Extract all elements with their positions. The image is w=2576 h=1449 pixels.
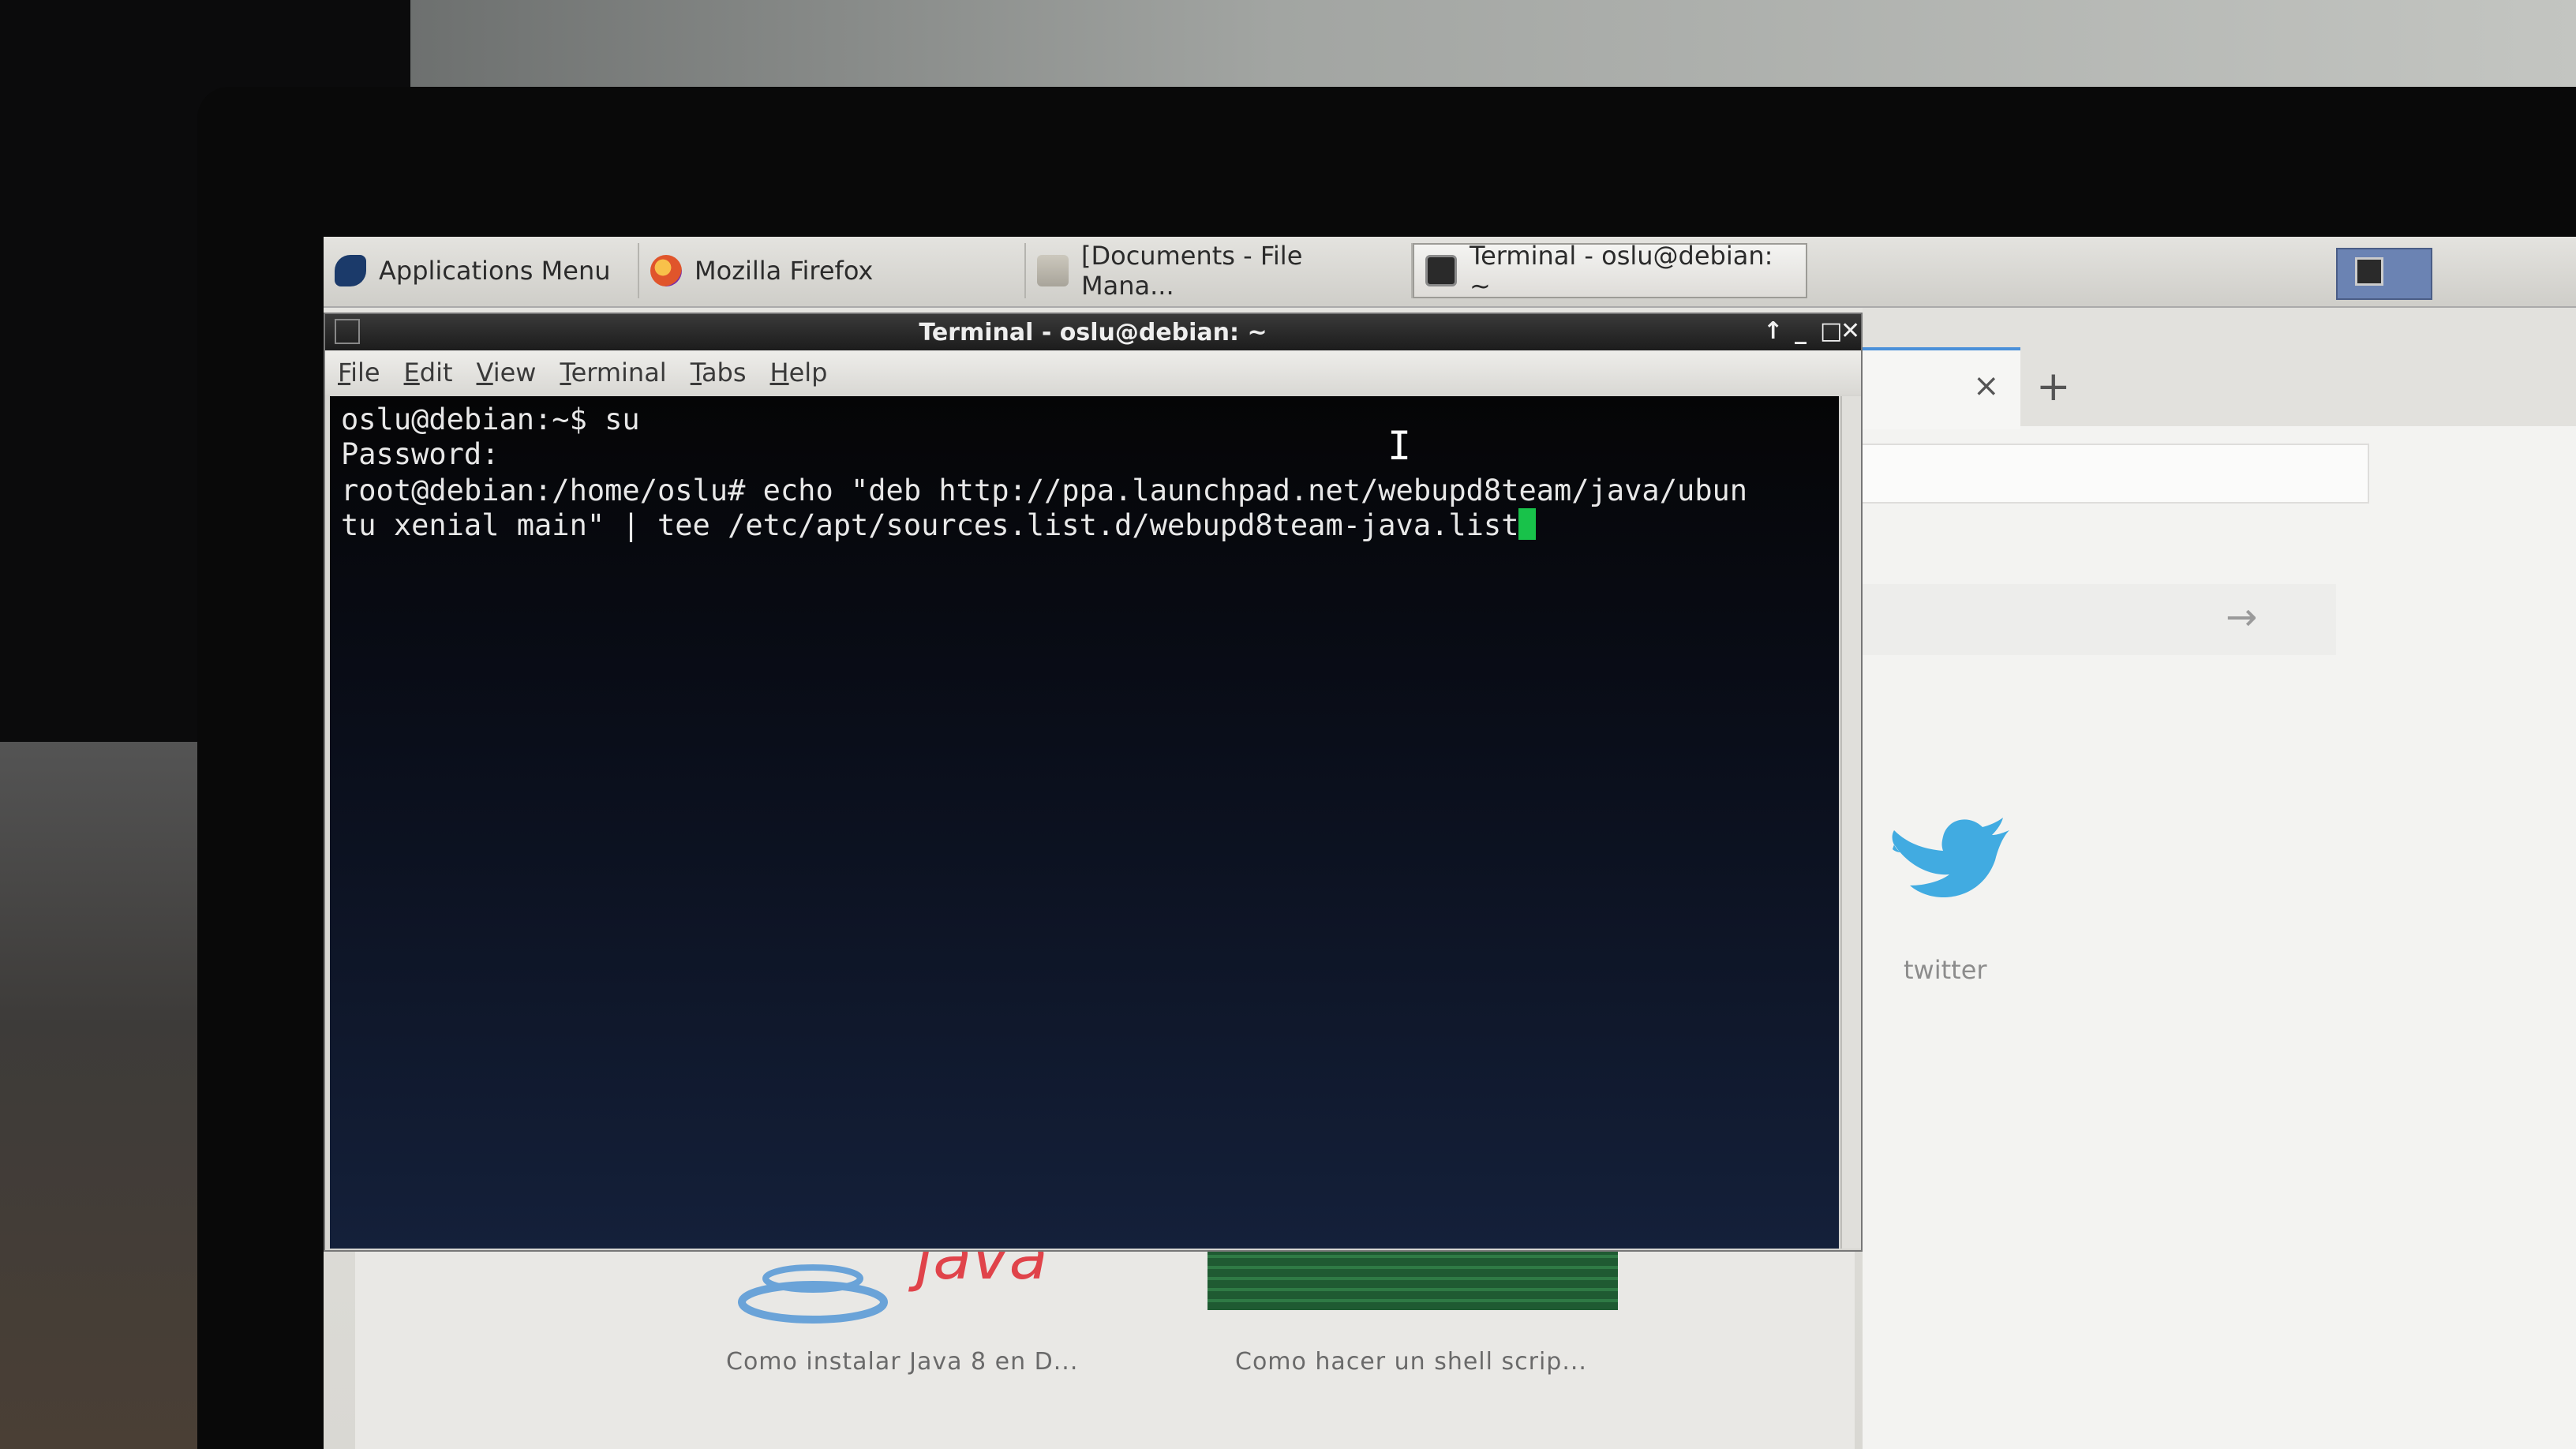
firefox-window: × + → twitter [1863, 308, 2576, 1449]
terminal-scrollbar[interactable] [1840, 396, 1861, 1249]
top-site-label[interactable]: twitter [1904, 955, 1987, 985]
twitter-bird-icon[interactable] [1886, 813, 2012, 923]
workspace-switcher[interactable] [2336, 248, 2432, 300]
firefox-tab-bar: × + [1863, 308, 2576, 429]
new-tab-button[interactable]: + [2036, 363, 2071, 410]
top-sites-tiles: java Como instalar Java 8 en D... Como h… [355, 1247, 1855, 1449]
minimize-icon[interactable]: _ [1795, 317, 1807, 345]
background-desk [0, 742, 213, 1449]
desktop-screen: × + → twitter java Como instalar Java 8 … [324, 237, 2576, 1449]
terminal-line: oslu@debian:~$ su [341, 402, 640, 436]
terminal-title: Terminal - oslu@debian: ~ [919, 319, 1267, 346]
app-menu-icon [335, 255, 366, 286]
menu-edit[interactable]: Edit [404, 358, 453, 388]
terminal-line-with-cursor: tu xenial main" | tee /etc/apt/sources.l… [341, 508, 1537, 542]
terminal-window: Terminal - oslu@debian: ~ ↑ _ □ ✕ File E… [324, 313, 1863, 1252]
close-tab-icon[interactable]: × [1973, 368, 2000, 404]
java-thumbnail[interactable]: java [710, 1247, 1136, 1334]
terminal-line: root@debian:/home/oslu# echo "deb http:/… [341, 474, 1748, 507]
folder-icon [1037, 255, 1069, 286]
search-go-icon[interactable]: → [2226, 595, 2257, 639]
menu-file[interactable]: File [338, 358, 380, 388]
search-box[interactable] [1863, 584, 2336, 655]
shell-script-thumbnail[interactable] [1208, 1247, 1618, 1310]
menu-tabs[interactable]: Tabs [691, 358, 747, 388]
tile-title-shell[interactable]: Como hacer un shell scrip... [1235, 1348, 1587, 1376]
menu-help[interactable]: Help [770, 358, 828, 388]
taskbar-file-manager[interactable]: [Documents - File Mana... [1026, 241, 1413, 301]
taskbar-label: Mozilla Firefox [695, 256, 874, 286]
terminal-line: Password: [341, 437, 500, 471]
tile-title-java[interactable]: Como instalar Java 8 en D... [726, 1348, 1078, 1376]
shade-icon[interactable]: ↑ [1763, 317, 1783, 345]
menu-view[interactable]: View [477, 358, 537, 388]
taskbar-firefox[interactable]: Mozilla Firefox [639, 243, 1026, 298]
taskbar-label: Terminal - oslu@debian: ~ [1470, 241, 1773, 301]
close-icon[interactable]: ✕ [1840, 317, 1860, 345]
terminal-line: tu xenial main" | tee /etc/apt/sources.l… [341, 508, 1519, 542]
terminal-icon [1425, 255, 1457, 286]
taskbar-label: Applications Menu [379, 256, 611, 286]
terminal-titlebar[interactable]: Terminal - oslu@debian: ~ ↑ _ □ ✕ [325, 314, 1861, 350]
menu-terminal[interactable]: Terminal [560, 358, 666, 388]
terminal-menubar: File Edit View Terminal Tabs Help [325, 350, 1861, 395]
taskbar-label: [Documents - File Mana... [1081, 241, 1303, 301]
mouse-ibeam-cursor: I [1387, 423, 1412, 469]
taskbar: Applications Menu Mozilla Firefox [Docum… [324, 237, 2576, 308]
terminal-output[interactable]: oslu@debian:~$ su Password: root@debian:… [330, 396, 1839, 1249]
taskbar-terminal[interactable]: Terminal - oslu@debian: ~ [1413, 241, 1807, 301]
url-bar[interactable] [1863, 444, 2369, 504]
java-logo-text: java [908, 1247, 1048, 1294]
firefox-icon [650, 255, 682, 286]
taskbar-applications-menu[interactable]: Applications Menu [324, 243, 639, 298]
maximize-icon[interactable]: □ [1820, 317, 1842, 345]
terminal-tray-icon [2355, 257, 2383, 286]
text-cursor [1518, 508, 1537, 540]
